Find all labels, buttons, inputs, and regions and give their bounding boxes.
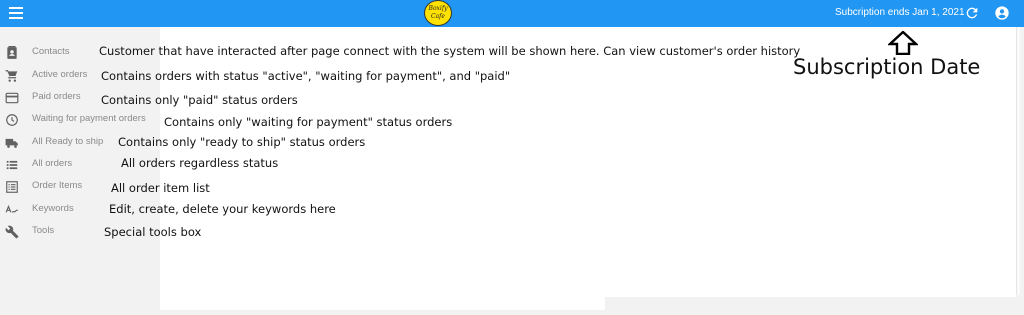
annotation-waiting-for-payment: Contains only "waiting for payment" stat… — [164, 115, 453, 129]
sidebar-item-label: All Ready to ship — [32, 136, 104, 147]
contacts-icon — [7, 46, 17, 59]
logo-text-line2: Cafe — [431, 13, 445, 20]
hamburger-menu-icon[interactable] — [9, 7, 23, 19]
sidebar-item-label: Contacts — [32, 46, 70, 57]
cart-icon — [5, 70, 18, 82]
refresh-icon[interactable] — [964, 5, 980, 21]
annotation-contacts: Customer that have interacted after page… — [99, 44, 801, 58]
annotation-paid-orders: Contains only "paid" status orders — [101, 93, 298, 107]
top-app-bar: Boxify Cafe Subcription ends Jan 1, 2021 — [0, 0, 1024, 27]
annotation-ready-to-ship: Contains only "ready to ship" status ord… — [118, 135, 366, 149]
list-icon — [6, 160, 18, 170]
sidebar-item-label: Paid orders — [32, 91, 81, 102]
clock-icon — [6, 114, 18, 126]
annotation-all-orders: All orders regardless status — [121, 156, 279, 170]
keywords-icon — [5, 204, 19, 213]
account-circle-icon[interactable] — [994, 5, 1010, 21]
content-scrollbar[interactable] — [1016, 27, 1020, 295]
sidebar-item-label: Keywords — [32, 203, 74, 214]
sidebar-item-label: Waiting for payment orders — [32, 113, 146, 124]
subscription-status: Subcription ends Jan 1, 2021 — [835, 7, 965, 18]
annotation-subscription-date: Subscription Date — [793, 55, 981, 79]
annotation-order-items: All order item list — [111, 181, 210, 195]
sidebar-item-label: All orders — [32, 158, 73, 169]
sidebar-item-waiting-for-payment[interactable]: Waiting for payment orders — [0, 110, 160, 130]
sidebar-item-label: Active orders — [32, 69, 88, 80]
sidebar-item-label: Order Items — [32, 180, 83, 191]
sidebar-item-label: Tools — [32, 225, 55, 236]
order-items-icon — [6, 181, 18, 193]
annotation-active-orders: Contains orders with status "active", "w… — [101, 69, 511, 83]
logo-text-line1: Boxify — [428, 5, 448, 12]
up-arrow-icon — [888, 31, 918, 55]
truck-icon — [5, 138, 18, 148]
wrench-icon — [5, 225, 19, 239]
credit-card-icon — [5, 92, 19, 104]
logo: Boxify Cafe — [424, 0, 452, 26]
annotation-tools: Special tools box — [104, 225, 202, 239]
annotation-keywords: Edit, create, delete your keywords here — [109, 202, 336, 216]
